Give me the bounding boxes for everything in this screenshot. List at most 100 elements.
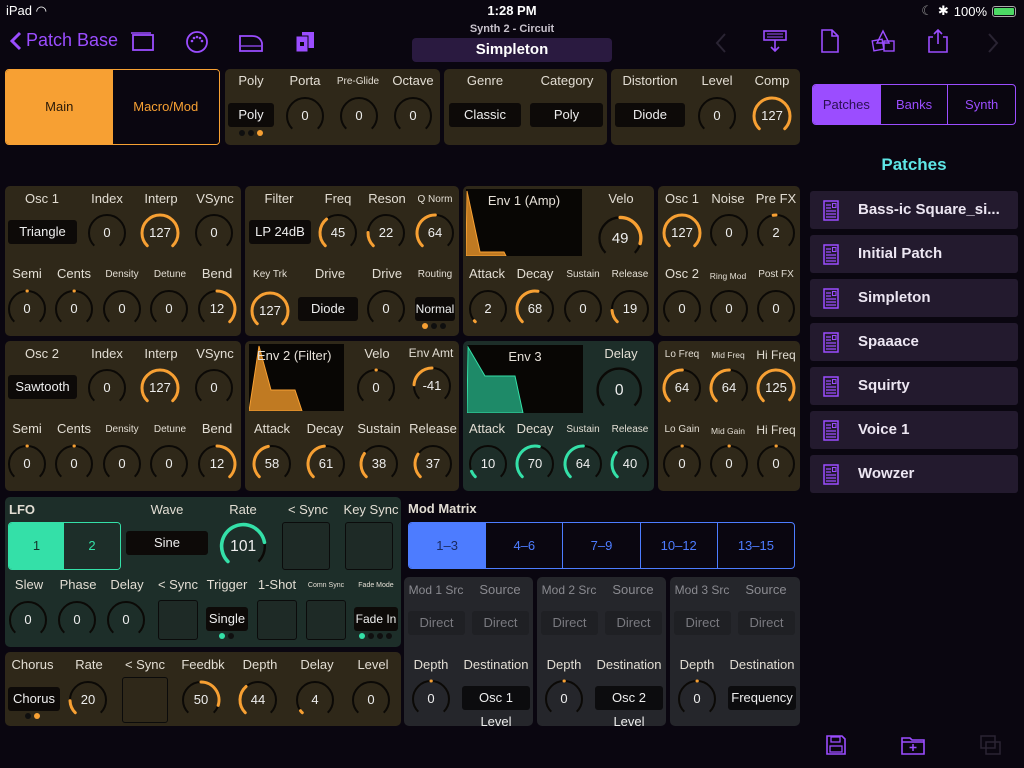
- mod3-src-select[interactable]: Direct: [674, 611, 731, 635]
- lfo-comn-sync-toggle[interactable]: [306, 600, 346, 640]
- lfo-trigger-select[interactable]: Single: [206, 607, 248, 631]
- mod1-depth-knob[interactable]: 0: [410, 678, 452, 720]
- octave-knob[interactable]: 0: [392, 95, 434, 137]
- env2-velo-knob[interactable]: 0: [355, 367, 397, 409]
- eq-midgain-knob[interactable]: 0: [708, 443, 750, 485]
- windows-icon[interactable]: [130, 31, 156, 55]
- eq-hifreq-knob[interactable]: 125: [755, 367, 797, 409]
- env2-decay-knob[interactable]: 61: [305, 443, 347, 485]
- mod-tab-4-6[interactable]: 4–6: [485, 523, 562, 568]
- lfo-wave-select[interactable]: Sine: [126, 531, 208, 555]
- routing-select[interactable]: Normal: [415, 297, 455, 321]
- mod2-src-select[interactable]: Direct: [541, 611, 598, 635]
- osc1-index-knob[interactable]: 0: [86, 212, 128, 254]
- category-select[interactable]: Poly: [530, 103, 603, 127]
- osc2-interp-knob[interactable]: 127: [139, 367, 181, 409]
- patch-list-item[interactable]: Bass-ic Square_si...: [810, 191, 1018, 229]
- genre-select[interactable]: Classic: [449, 103, 521, 127]
- env3-release-knob[interactable]: 40: [609, 443, 651, 485]
- lfo-sync2-toggle[interactable]: [158, 600, 198, 640]
- env3-sustain-knob[interactable]: 64: [562, 443, 604, 485]
- env3-decay-knob[interactable]: 70: [514, 443, 556, 485]
- filter-type-select[interactable]: LP 24dB: [249, 220, 311, 244]
- mix-osc1-knob[interactable]: 127: [661, 212, 703, 254]
- chorus-rate-knob[interactable]: 20: [67, 679, 109, 721]
- qnorm-knob[interactable]: 64: [414, 212, 456, 254]
- chorus-depth-knob[interactable]: 44: [237, 679, 279, 721]
- osc1-cents-knob[interactable]: 0: [53, 288, 95, 330]
- lfo-phase-knob[interactable]: 0: [56, 599, 98, 641]
- osc2-vsync-knob[interactable]: 0: [193, 367, 235, 409]
- osc2-semi-knob[interactable]: 0: [6, 443, 48, 485]
- mod1-dest-select[interactable]: Osc 1 Level: [462, 686, 530, 729]
- env2-sustain-knob[interactable]: 38: [358, 443, 400, 485]
- chorus-feedbk-knob[interactable]: 50: [180, 679, 222, 721]
- osc1-interp-knob[interactable]: 127: [139, 212, 181, 254]
- eq-lofreq-knob[interactable]: 64: [661, 367, 703, 409]
- distortion-select[interactable]: Diode: [615, 103, 685, 127]
- share-icon[interactable]: [925, 28, 951, 53]
- back-button[interactable]: Patch Base: [10, 30, 118, 51]
- osc2-wave-select[interactable]: Sawtooth: [8, 375, 77, 399]
- porta-knob[interactable]: 0: [284, 95, 326, 137]
- osc1-density-knob[interactable]: 0: [101, 288, 143, 330]
- env1-sustain-knob[interactable]: 0: [562, 288, 604, 330]
- mod2-depth-knob[interactable]: 0: [543, 678, 585, 720]
- chorus-type-select[interactable]: Chorus: [8, 687, 60, 711]
- osc1-bend-knob[interactable]: 12: [196, 288, 238, 330]
- osc2-cents-knob[interactable]: 0: [53, 443, 95, 485]
- osc2-bend-knob[interactable]: 12: [196, 443, 238, 485]
- mod3-source-select[interactable]: Direct: [738, 611, 795, 635]
- patch-list-item[interactable]: Voice 1: [810, 411, 1018, 449]
- mix-noise-knob[interactable]: 0: [708, 212, 750, 254]
- sidebar-tab-patches[interactable]: Patches: [813, 85, 880, 124]
- osc1-vsync-knob[interactable]: 0: [193, 212, 235, 254]
- tab-macro-mod[interactable]: Macro/Mod: [112, 70, 219, 144]
- patch-list-item[interactable]: Spaaace: [810, 323, 1018, 361]
- poly-select[interactable]: Poly: [228, 103, 274, 127]
- mod1-source-select[interactable]: Direct: [472, 611, 529, 635]
- sidebar-tab-banks[interactable]: Banks: [879, 85, 948, 124]
- lfo-keysync-toggle[interactable]: [345, 522, 393, 570]
- patch-list-item[interactable]: Wowzer: [810, 455, 1018, 493]
- osc2-index-knob[interactable]: 0: [86, 367, 128, 409]
- mod-tab-13-15[interactable]: 13–15: [716, 523, 794, 568]
- osc1-semi-knob[interactable]: 0: [6, 288, 48, 330]
- lfo-oneshot-toggle[interactable]: [257, 600, 297, 640]
- freq-knob[interactable]: 45: [317, 212, 359, 254]
- mix-prefx-knob[interactable]: 2: [755, 212, 797, 254]
- mix-postfx-knob[interactable]: 0: [755, 288, 797, 330]
- chevron-left-icon[interactable]: [708, 31, 734, 55]
- midi-port-icon[interactable]: [184, 30, 210, 54]
- save-icon[interactable]: [824, 733, 848, 757]
- env1-attack-knob[interactable]: 2: [467, 288, 509, 330]
- eq-higain-knob[interactable]: 0: [755, 443, 797, 485]
- tab-main[interactable]: Main: [6, 70, 113, 144]
- reson-knob[interactable]: 22: [365, 212, 407, 254]
- mix-osc2-knob[interactable]: 0: [661, 288, 703, 330]
- env3-attack-knob[interactable]: 10: [467, 443, 509, 485]
- eq-midfreq-knob[interactable]: 64: [708, 367, 750, 409]
- env2-amt-knob[interactable]: -41: [411, 365, 453, 407]
- patch-list-item[interactable]: Initial Patch: [810, 235, 1018, 273]
- drive-type-select[interactable]: Diode: [298, 297, 358, 321]
- patch-list-item[interactable]: Simpleton: [810, 279, 1018, 317]
- new-document-icon[interactable]: [817, 29, 843, 53]
- mod-tab-10-12[interactable]: 10–12: [639, 523, 717, 568]
- patch-title[interactable]: Simpleton: [412, 38, 612, 62]
- osc1-wave-select[interactable]: Triangle: [8, 220, 77, 244]
- env1-velo-knob[interactable]: 49: [596, 214, 644, 262]
- env2-attack-knob[interactable]: 58: [251, 443, 293, 485]
- lfo-delay-knob[interactable]: 0: [105, 599, 147, 641]
- patch-list-item[interactable]: Squirty: [810, 367, 1018, 405]
- lfo-tab-2[interactable]: 2: [64, 523, 120, 569]
- mod3-dest-select[interactable]: Frequency: [728, 686, 796, 710]
- chorus-delay-knob[interactable]: 4: [294, 679, 336, 721]
- osc2-detune-knob[interactable]: 0: [148, 443, 190, 485]
- chorus-level-knob[interactable]: 0: [350, 679, 392, 721]
- env3-delay-knob[interactable]: 0: [594, 365, 644, 415]
- mod-tab-7-9[interactable]: 7–9: [562, 523, 639, 568]
- copy-icon[interactable]: [978, 733, 1004, 757]
- mix-ringmod-knob[interactable]: 0: [708, 288, 750, 330]
- mod-tab-1-3[interactable]: 1–3: [409, 523, 486, 568]
